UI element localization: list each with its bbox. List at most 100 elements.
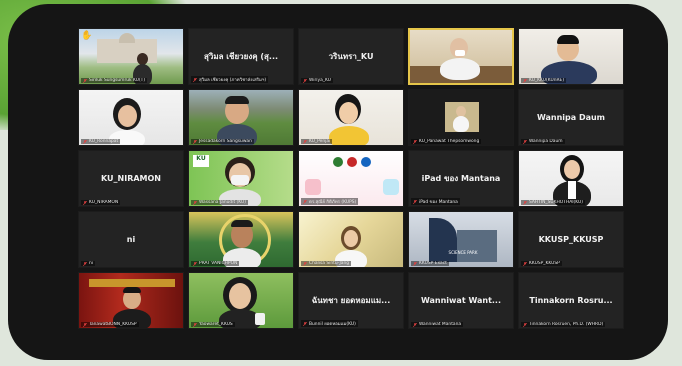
participant-caption: KU_Panawat Thepsomwong — [411, 139, 482, 144]
participant-tile[interactable]: Tinnakorn Rosru... Tinnakorn Rosruen, Ph.… — [518, 272, 624, 329]
microphone-off-icon — [302, 321, 308, 326]
participant-tile[interactable]: KU_Ronnapat — [78, 89, 184, 146]
microphone-off-icon — [302, 139, 308, 144]
participant-name: Tinnakorn Rosru... — [529, 296, 613, 305]
microphone-off-icon — [192, 322, 198, 327]
participant-caption: Wiriya_KU — [301, 78, 333, 83]
participant-caption: KKUSP_KKUSP — [521, 261, 562, 266]
participant-tile[interactable]: SAHTIN_SUKHOTHAI(KU) — [518, 150, 624, 207]
microphone-off-icon — [522, 322, 528, 327]
caption-text: SAHTIN_SUKHOTHAI(KU) — [529, 200, 583, 205]
participant-caption: Siriluk Sungsumruk KU(T) — [81, 78, 148, 83]
caption-text: ni — [89, 261, 94, 266]
participant-tile[interactable]: KKUSP_KKUSP KKUSP_KKUSP — [518, 211, 624, 268]
participant-video — [409, 90, 513, 145]
participant-tile[interactable]: SCIENCE PARK KKUSP Exact — [408, 211, 514, 268]
caption-text: Bunnil ยอดหอมแม(KU) — [309, 322, 356, 327]
participant-tile[interactable]: iPad ของ Mantana iPad ของ Mantana — [408, 150, 514, 207]
microphone-off-icon — [82, 261, 88, 266]
participant-video — [79, 273, 183, 328]
microphone-off-icon — [82, 200, 88, 205]
participant-name: Wannipa Daum — [536, 113, 606, 122]
raised-hand-icon: ✋ — [81, 31, 93, 41]
participant-video — [299, 212, 403, 267]
participant-gallery: ✋ Siriluk Sungsumruk KU(T) สุวิมล เชียวยงค… — [78, 28, 628, 348]
caption-text: Tinnakorn Rosruen, Ph.D. (WHRD) — [529, 322, 604, 327]
participant-tile[interactable]: ✋ Siriluk Sungsumruk KU(T) — [78, 28, 184, 85]
participant-caption: KU_Penjai — [301, 139, 333, 144]
participant-video — [410, 30, 512, 83]
microphone-off-icon — [522, 78, 528, 83]
participant-tile[interactable]: KU Wassana Janudit (KU) — [188, 150, 294, 207]
participant-caption: Jessadakorn Sangsuwan — [191, 139, 254, 144]
participant-tile[interactable]: Jessadakorn Sangsuwan — [188, 89, 294, 146]
microphone-off-icon — [192, 261, 198, 266]
participant-name: ฉันทชา ยอดหอมแม... — [311, 296, 391, 305]
participant-name: iPad ของ Mantana — [421, 174, 501, 183]
participant-tile[interactable]: วรินทรา_KU Wiriya_KU — [298, 28, 404, 85]
participant-tile[interactable]: ฉันทชา ยอดหอมแม... Bunnil ยอดหอมแม(KU) — [298, 272, 404, 329]
caption-text: Siriluk Sungsumruk KU(T) — [89, 78, 146, 83]
microphone-off-icon — [412, 199, 418, 204]
participant-tile[interactable]: TanawatBONN_KKUSP — [78, 272, 184, 329]
microphone-off-icon — [302, 261, 308, 266]
caption-text: KU_Panawat Thepsomwong — [419, 139, 480, 144]
participant-caption: TanawatBONN_KKUSP — [81, 322, 139, 327]
participant-tile[interactable] — [408, 28, 514, 85]
participant-tile[interactable]: Wannipa Daum Wannipa Daum — [518, 89, 624, 146]
participant-caption: iPad ของ Mantana — [411, 198, 460, 205]
participant-tile[interactable]: สุวิมล เชียวยงคุ (สุ... สุวิมล เชียวยงคุ … — [188, 28, 294, 85]
participant-tile[interactable]: KU_Panawat Thepsomwong — [408, 89, 514, 146]
participant-caption: Chalisa Sintu-Jang — [301, 261, 352, 266]
participant-caption: ดร.สุณีย์ กิติภัทร (KUPS) — [301, 198, 359, 205]
participant-video: SCIENCE PARK — [409, 212, 513, 267]
caption-text: KU_Penjai — [309, 139, 331, 144]
participant-tile[interactable]: KU_KKU(KUnRE) — [518, 28, 624, 85]
participant-video — [189, 212, 293, 267]
participant-caption: Wassana Janudit (KU) — [191, 200, 248, 205]
caption-text: สุวิมล เชียวยงคุ (ภาควิชาส่งเสริมฯ) — [199, 78, 267, 83]
microphone-off-icon — [412, 261, 418, 266]
participant-tile[interactable]: KU_Penjai — [298, 89, 404, 146]
participant-caption: KKUSP Exact — [411, 261, 449, 266]
participant-caption: KU_Ronnapat — [81, 139, 121, 144]
microphone-off-icon — [82, 322, 88, 327]
participant-tile[interactable]: ni ni — [78, 211, 184, 268]
caption-text: Yaowaret_KKUS — [199, 322, 233, 327]
caption-text: Chalisa Sintu-Jang — [309, 261, 350, 266]
participant-caption: Bunnil ยอดหอมแม(KU) — [301, 320, 358, 327]
participant-video — [519, 151, 623, 206]
participant-tile[interactable]: Wanniwat Want... Wanniwat Mantana — [408, 272, 514, 329]
participant-tile[interactable]: PRAT VANICHPON — [188, 211, 294, 268]
microphone-off-icon — [302, 199, 308, 204]
participant-video — [189, 90, 293, 145]
participant-tile[interactable]: ดร.สุณีย์ กิติภัทร (KUPS) — [298, 150, 404, 207]
caption-text: PRAT VANICHPON — [199, 261, 238, 266]
microphone-off-icon — [412, 139, 418, 144]
caption-text: Wiriya_KU — [309, 78, 331, 83]
microphone-off-icon — [412, 322, 418, 327]
participant-caption: PRAT VANICHPON — [191, 261, 240, 266]
caption-text: TanawatBONN_KKUSP — [89, 322, 137, 327]
participant-caption: ni — [81, 261, 96, 266]
caption-text: Jessadakorn Sangsuwan — [199, 139, 252, 144]
microphone-off-icon — [82, 139, 88, 144]
caption-text: Wanniwat Mantana — [419, 322, 462, 327]
caption-text: Wannipa Daum — [529, 139, 563, 144]
participant-video: KU — [189, 151, 293, 206]
microphone-off-icon — [522, 200, 528, 205]
participant-tile[interactable]: Chalisa Sintu-Jang — [298, 211, 404, 268]
caption-text: ดร.สุณีย์ กิติภัทร (KUPS) — [309, 200, 357, 205]
participant-caption: สุวิมล เชียวยงคุ (ภาควิชาส่งเสริมฯ) — [191, 76, 269, 83]
caption-text: KU_Ronnapat — [89, 139, 119, 144]
microphone-off-icon — [192, 139, 198, 144]
participant-name: สุวิมล เชียวยงคุ (สุ... — [203, 52, 279, 61]
participant-name: ni — [126, 235, 136, 244]
microphone-off-icon — [522, 139, 528, 144]
participant-tile[interactable]: KU_NIRAMON KU_NIRAMON — [78, 150, 184, 207]
caption-text: KU_KKU(KUnRE) — [529, 78, 565, 83]
participant-video — [519, 29, 623, 84]
participant-caption: Wannipa Daum — [521, 139, 565, 144]
microphone-off-icon — [82, 78, 88, 83]
participant-tile[interactable]: Yaowaret_KKUS — [188, 272, 294, 329]
